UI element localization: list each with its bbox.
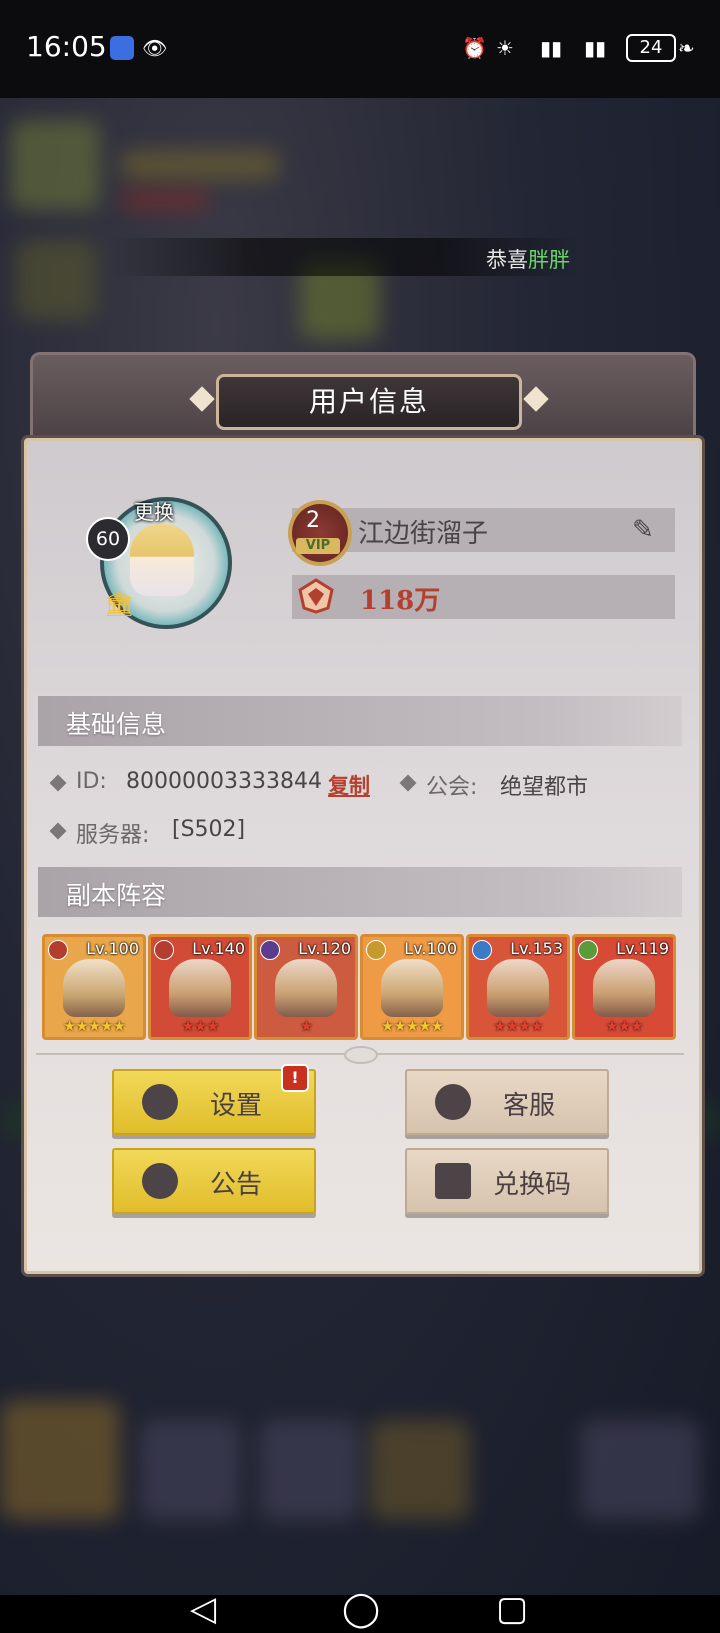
hero-stars: ★ — [299, 1017, 313, 1035]
hero-card[interactable]: Lv.100 ★★★★★ — [42, 934, 146, 1040]
broadcast-prefix: 恭喜 — [486, 248, 528, 272]
hero-stars: ★★★ — [181, 1017, 219, 1035]
player-name: 江边街溜子 — [358, 519, 489, 549]
leaf-icon: ❧ — [678, 36, 695, 60]
power-bar — [292, 575, 675, 619]
guild-label: 公会: — [426, 775, 478, 800]
element-icon — [578, 940, 598, 960]
hero-level: Lv.140 — [192, 939, 245, 958]
vip-level: 2 — [306, 508, 320, 533]
server-value: [S502] — [172, 817, 246, 842]
customer-service-button[interactable]: 客服 — [405, 1069, 609, 1135]
signal-icon: ▮▮ — [540, 36, 563, 60]
back-icon[interactable]: ◁ — [190, 1589, 216, 1629]
hero-portrait — [593, 959, 655, 1017]
id-value: 80000003333844 — [126, 769, 322, 794]
server-label: 服务器: — [76, 823, 150, 848]
power-value: 118万 — [360, 586, 441, 616]
basic-info-title: 基础信息 — [66, 710, 167, 739]
hero-portrait — [487, 959, 549, 1017]
vip-label: VIP — [296, 538, 340, 554]
recents-icon[interactable]: ▢ — [496, 1589, 528, 1629]
id-label: ID: — [76, 769, 107, 794]
hero-portrait — [63, 959, 125, 1017]
hero-level: Lv.120 — [298, 939, 351, 958]
hero-card[interactable]: Lv.120 ★ — [254, 934, 358, 1040]
gear-icon — [142, 1084, 178, 1120]
wifi-icon: ☀ — [496, 36, 514, 60]
lineup-title: 副本阵容 — [66, 881, 167, 910]
signal-icon: ▮▮ — [584, 36, 607, 60]
element-icon — [260, 940, 280, 960]
broadcast-banner: 恭喜胖胖 — [110, 238, 580, 276]
divider-ornament — [344, 1046, 378, 1064]
copy-id-button[interactable]: 复制 — [328, 770, 370, 800]
hero-stars: ★★★★★ — [62, 1017, 126, 1035]
hero-stars: ★★★★★ — [380, 1017, 444, 1035]
system-nav-bar: ◁ ◯ ▢ — [0, 1589, 720, 1633]
status-bar: 16:05 👁 ⏰ ☀ ▮▮ ▮▮ 24 ❧ — [0, 0, 720, 98]
element-icon — [154, 940, 174, 960]
hero-portrait — [381, 959, 443, 1017]
hero-card[interactable]: Lv.100 ★★★★★ — [360, 934, 464, 1040]
vip-badge — [288, 500, 352, 566]
hero-level: Lv.100 — [86, 939, 139, 958]
avatar-portrait — [130, 524, 194, 596]
guild-value: 绝望都市 — [500, 775, 589, 800]
status-time: 16:05 — [26, 30, 107, 63]
alert-badge: ! — [281, 1064, 309, 1092]
hero-card[interactable]: Lv.153 ★★★★ — [466, 934, 570, 1040]
app-icon — [110, 36, 134, 60]
level-badge: 60 — [86, 517, 130, 561]
battery-icon: 24 — [626, 34, 676, 62]
hero-portrait — [275, 959, 337, 1017]
hero-level: Lv.119 — [616, 939, 669, 958]
notice-button[interactable]: 公告 — [112, 1148, 316, 1214]
hero-portrait — [169, 959, 231, 1017]
document-icon — [435, 1163, 471, 1199]
alarm-icon: ⏰ — [462, 36, 487, 60]
headset-icon — [435, 1084, 471, 1120]
element-icon — [48, 940, 68, 960]
hero-level: Lv.153 — [510, 939, 563, 958]
element-icon — [366, 940, 386, 960]
hero-stars: ★★★ — [605, 1017, 643, 1035]
dialog-title: 用户信息 — [216, 374, 522, 430]
hero-card[interactable]: Lv.119 ★★★ — [572, 934, 676, 1040]
hero-level: Lv.100 — [404, 939, 457, 958]
power-icon — [298, 578, 334, 614]
hero-card[interactable]: Lv.140 ★★★ — [148, 934, 252, 1040]
location-pin-icon — [142, 1163, 178, 1199]
change-avatar-label[interactable]: 更换 — [134, 496, 174, 525]
redeem-code-button[interactable]: 兑换码 — [405, 1148, 609, 1214]
bank-icon: 🏛 — [104, 590, 135, 618]
element-icon — [472, 940, 492, 960]
edit-name-icon[interactable]: ✎ — [632, 515, 654, 545]
home-icon[interactable]: ◯ — [342, 1589, 380, 1629]
broadcast-player-name: 胖胖 — [528, 248, 570, 272]
hero-stars: ★★★★ — [493, 1017, 544, 1035]
eye-icon: 👁 — [142, 36, 168, 60]
